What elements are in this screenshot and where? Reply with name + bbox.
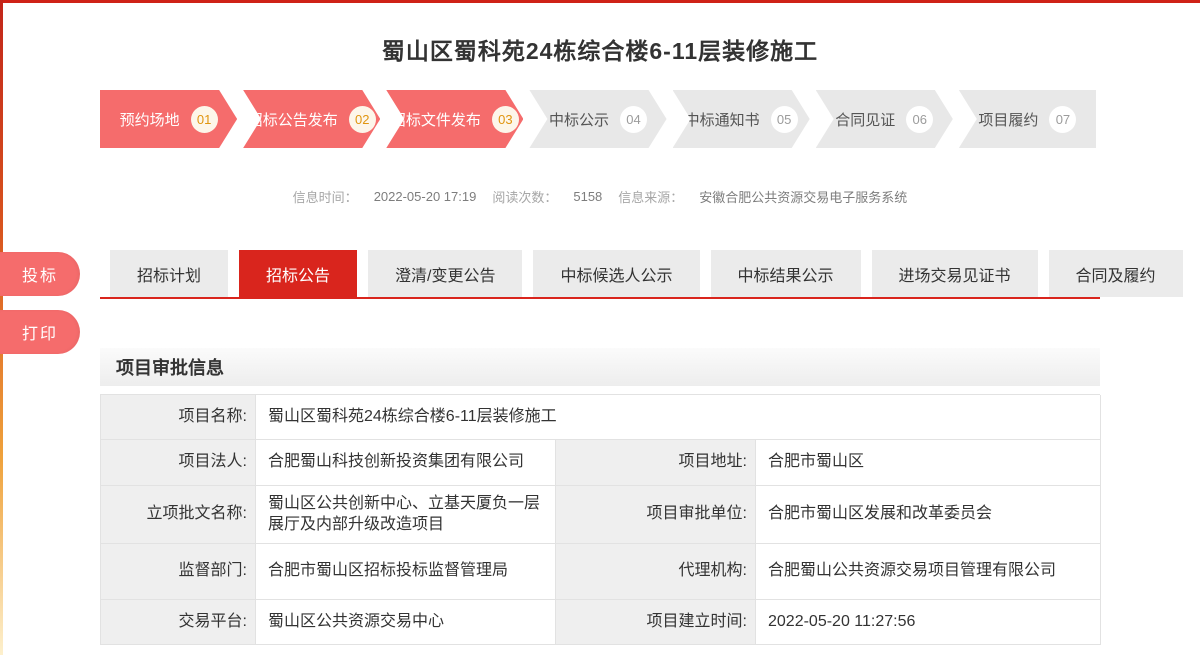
tab-entry-certificate[interactable]: 进场交易见证书 <box>872 250 1038 297</box>
info-views-label: 阅读次数： <box>492 187 557 206</box>
row-label-approval-unit: 项目审批单位: <box>556 486 756 544</box>
table-row: 监督部门: 合肥市蜀山区招标投标监督管理局 代理机构: 合肥蜀山公共资源交易项目… <box>101 544 1100 600</box>
row-value-approval-doc: 蜀山区公共创新中心、立基天厦负一层展厅及内部升级改造项目 <box>256 486 556 544</box>
step-number-badge: 06 <box>906 106 933 133</box>
section-title: 项目审批信息 <box>116 354 224 380</box>
step-award-notice: 中标通知书 05 <box>673 90 810 148</box>
row-label-project-name: 项目名称: <box>101 395 256 440</box>
row-value-approval-unit: 合肥市蜀山区发展和改革委员会 <box>756 486 1101 544</box>
row-value-trading-platform: 蜀山区公共资源交易中心 <box>256 600 556 645</box>
progress-steps-bar: 预约场地 01 招标公告发布 02 招标文件发布 03 中标公示 04 中标通知… <box>100 90 1096 148</box>
row-label-approval-doc: 立项批文名称: <box>101 486 256 544</box>
step-reserve-venue: 预约场地 01 <box>100 90 237 148</box>
info-source-label: 信息来源： <box>618 187 683 206</box>
info-time-label: 信息时间： <box>293 187 358 206</box>
step-number-badge: 04 <box>620 106 647 133</box>
step-label: 项目履约 <box>978 109 1038 130</box>
approval-table: 项目名称: 蜀山区蜀科苑24栋综合楼6-11层装修施工 项目法人: 合肥蜀山科技… <box>100 394 1100 645</box>
step-number-badge: 05 <box>771 106 798 133</box>
page-title: 蜀山区蜀科苑24栋综合楼6-11层装修施工 <box>100 32 1100 66</box>
step-label: 招标公告发布 <box>248 109 338 130</box>
step-label: 中标通知书 <box>685 109 760 130</box>
step-winner-publicity: 中标公示 04 <box>529 90 666 148</box>
table-row: 交易平台: 蜀山区公共资源交易中心 项目建立时间: 2022-05-20 11:… <box>101 600 1100 645</box>
row-label-supervision-dept: 监督部门: <box>101 544 256 600</box>
step-label: 预约场地 <box>120 109 180 130</box>
tab-tender-announcement[interactable]: 招标公告 <box>239 250 357 297</box>
step-contract-witness: 合同见证 06 <box>816 90 953 148</box>
bid-button[interactable]: 投标 <box>0 252 80 296</box>
row-value-created-time: 2022-05-20 11:27:56 <box>756 600 1101 645</box>
top-red-border <box>0 0 1200 3</box>
row-label-legal-person: 项目法人: <box>101 440 256 486</box>
step-tender-announcement: 招标公告发布 02 <box>243 90 380 148</box>
row-value-project-address: 合肥市蜀山区 <box>756 440 1101 486</box>
tabs-bar: 招标计划 招标公告 澄清/变更公告 中标候选人公示 中标结果公示 进场交易见证书… <box>110 250 1100 297</box>
table-row: 立项批文名称: 蜀山区公共创新中心、立基天厦负一层展厅及内部升级改造项目 项目审… <box>101 486 1100 544</box>
table-row: 项目名称: 蜀山区蜀科苑24栋综合楼6-11层装修施工 <box>101 395 1100 440</box>
step-label: 招标文件发布 <box>391 109 481 130</box>
row-label-trading-platform: 交易平台: <box>101 600 256 645</box>
tab-contract-performance[interactable]: 合同及履约 <box>1049 250 1183 297</box>
step-label: 合同见证 <box>835 109 895 130</box>
row-label-project-address: 项目地址: <box>556 440 756 486</box>
info-source-value: 安徽合肥公共资源交易电子服务系统 <box>699 187 907 206</box>
step-label: 中标公示 <box>549 109 609 130</box>
row-value-legal-person: 合肥蜀山科技创新投资集团有限公司 <box>256 440 556 486</box>
tab-candidate-publicity[interactable]: 中标候选人公示 <box>533 250 699 297</box>
info-views-value: 5158 <box>573 189 602 204</box>
row-label-created-time: 项目建立时间: <box>556 600 756 645</box>
row-value-supervision-dept: 合肥市蜀山区招标投标监督管理局 <box>256 544 556 600</box>
step-project-performance: 项目履约 07 <box>959 90 1096 148</box>
step-number-badge: 02 <box>349 106 376 133</box>
tabs-red-underline <box>100 297 1100 299</box>
tab-result-publicity[interactable]: 中标结果公示 <box>711 250 861 297</box>
info-time-value: 2022-05-20 17:19 <box>374 189 477 204</box>
tab-clarification-change[interactable]: 澄清/变更公告 <box>368 250 522 297</box>
info-bar: 信息时间： 2022-05-20 17:19 阅读次数： 5158 信息来源： … <box>100 187 1100 206</box>
tab-tender-plan[interactable]: 招标计划 <box>110 250 228 297</box>
row-label-agency: 代理机构: <box>556 544 756 600</box>
step-number-badge: 01 <box>191 106 218 133</box>
step-number-badge: 03 <box>492 106 519 133</box>
section-header-approval-info: 项目审批信息 <box>100 348 1100 386</box>
step-number-badge: 07 <box>1049 106 1076 133</box>
print-button[interactable]: 打印 <box>0 310 80 354</box>
row-value-project-name: 蜀山区蜀科苑24栋综合楼6-11层装修施工 <box>256 395 1101 440</box>
row-value-agency: 合肥蜀山公共资源交易项目管理有限公司 <box>756 544 1101 600</box>
table-row: 项目法人: 合肥蜀山科技创新投资集团有限公司 项目地址: 合肥市蜀山区 <box>101 440 1100 486</box>
step-tender-documents: 招标文件发布 03 <box>386 90 523 148</box>
